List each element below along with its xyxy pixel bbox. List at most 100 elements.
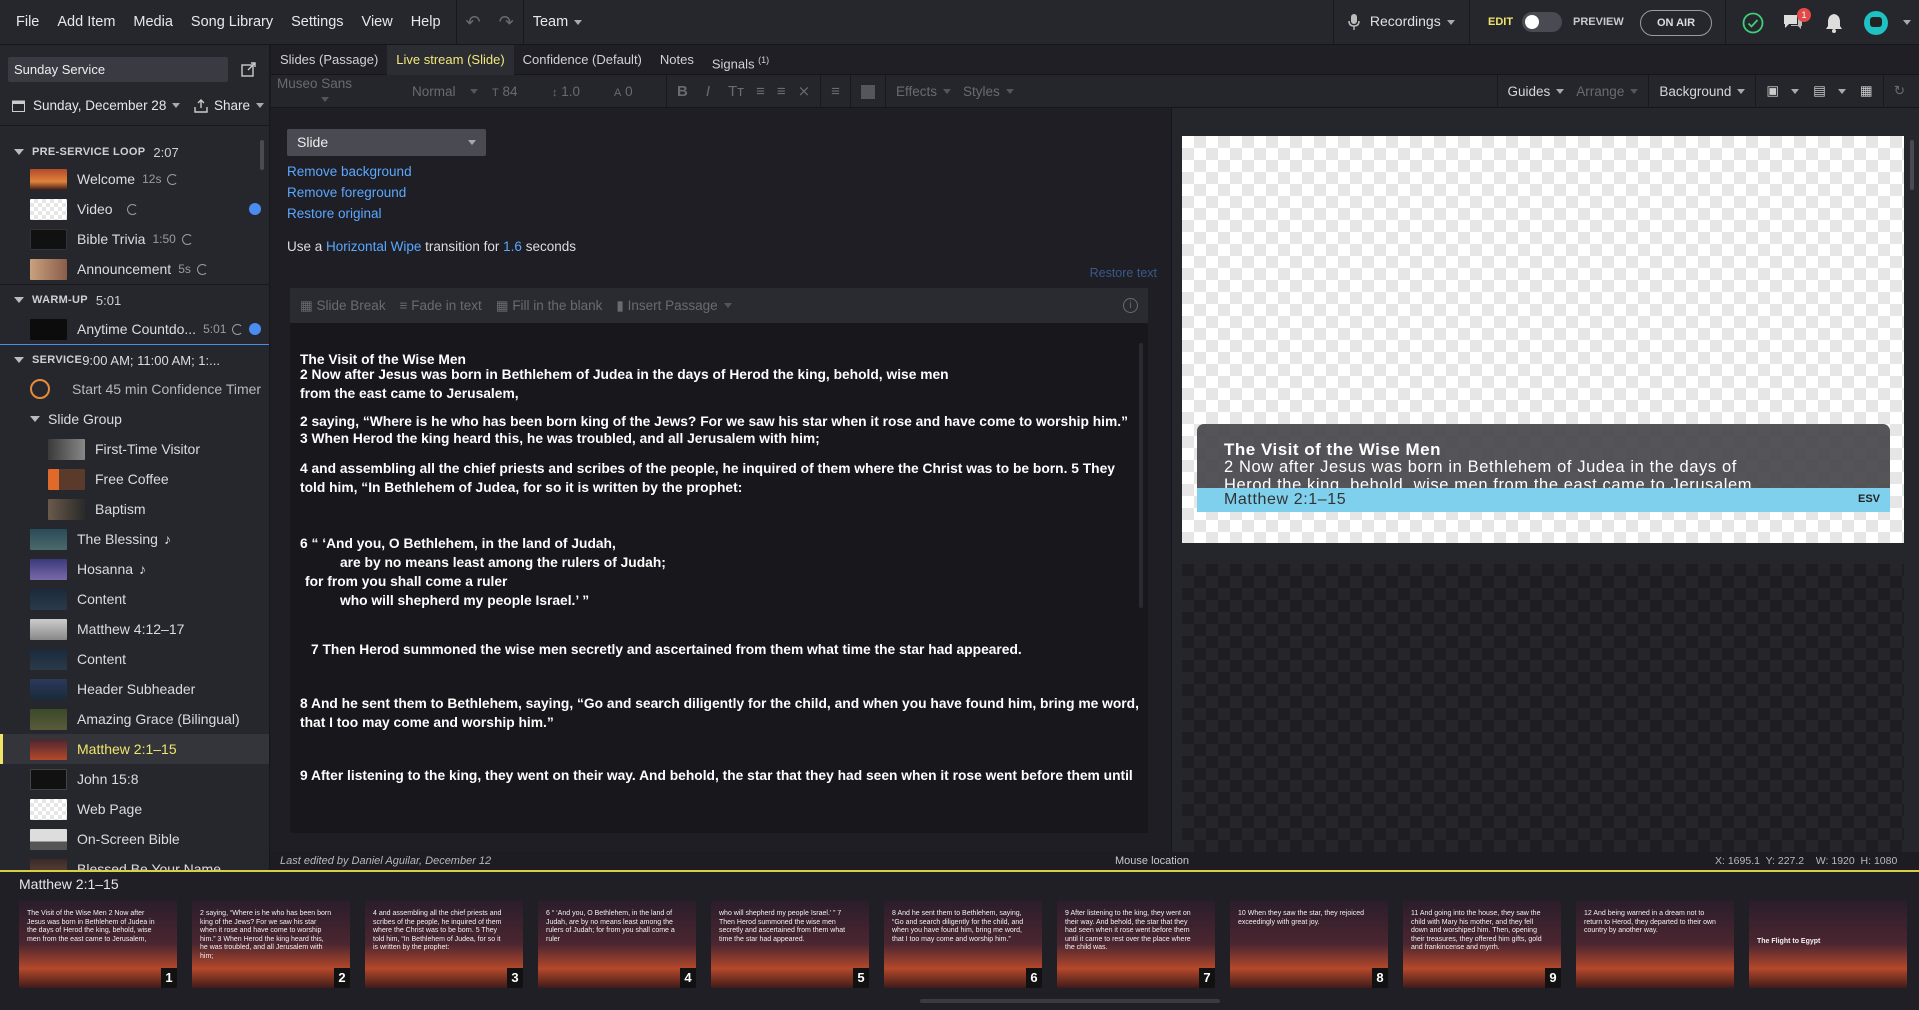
sidebar-item-confidence-timer[interactable]: Start 45 min Confidence Timer [0, 374, 269, 404]
menu-settings[interactable]: Settings [282, 14, 352, 30]
slide-thumbnail[interactable]: 8 And he sent them to Bethlehem, saying,… [884, 900, 1042, 988]
restore-text-link[interactable]: Restore text [1090, 266, 1157, 280]
sidebar-item-welcome[interactable]: Welcome 12s [0, 164, 269, 194]
remove-background-link[interactable]: Remove background [287, 164, 412, 179]
section-header-warm-up[interactable]: WARM-UP 5:01 [0, 285, 269, 315]
slide-thumbnail[interactable]: who will shepherd my people Israel.’ ” 7… [711, 900, 869, 988]
fill-blank-button[interactable]: ▦ Fill in the blank [496, 298, 603, 314]
slide-thumbnail[interactable]: 4 and assembling all the chief priests a… [365, 900, 523, 988]
sidebar-item-john-15[interactable]: John 15:8 [0, 764, 269, 794]
font-size-field[interactable]: T 84 [486, 84, 546, 99]
menu-help[interactable]: Help [402, 14, 450, 30]
bullet-list-icon[interactable]: ≡ [750, 83, 771, 100]
on-air-button[interactable]: ON AIR [1640, 10, 1712, 36]
sidebar-item-on-screen-bible[interactable]: On-Screen Bible [0, 824, 269, 854]
sidebar-item-header-subheader[interactable]: Header Subheader [0, 674, 269, 704]
remove-foreground-link[interactable]: Remove foreground [287, 185, 406, 200]
tab-notes[interactable]: Notes [651, 45, 703, 75]
slide-thumbnail[interactable]: 11 And going into the house, they saw th… [1403, 900, 1561, 988]
text-transform-icon[interactable]: Tᴛ [722, 83, 750, 100]
sidebar-item-matthew-2[interactable]: Matthew 2:1–15 [0, 734, 269, 764]
date-dropdown[interactable]: Sunday, December 28 [12, 98, 181, 113]
plan-name-field[interactable]: Sunday Service [8, 57, 228, 82]
sidebar-item-content-2[interactable]: Content [0, 644, 269, 674]
restore-original-link[interactable]: Restore original [287, 206, 382, 221]
sidebar-item-free-coffee[interactable]: Free Coffee [0, 464, 269, 494]
external-window-icon[interactable] [241, 61, 257, 77]
sidebar-item-the-blessing[interactable]: The Blessing ♪ [0, 524, 269, 554]
sidebar-item-hosanna[interactable]: Hosanna ♪ [0, 554, 269, 584]
filmstrip-scrollbar[interactable] [920, 999, 1220, 1003]
fade-in-button[interactable]: ≡ Fade in text [400, 298, 482, 313]
tab-live-stream[interactable]: Live stream (Slide) [387, 44, 514, 75]
text-box-icon[interactable]: ▣ [1760, 83, 1785, 99]
sidebar-item-bible-trivia[interactable]: Bible Trivia 1:50 [0, 224, 269, 254]
styles-dropdown[interactable]: Styles [957, 84, 1020, 99]
chevron-down-icon[interactable] [1837, 88, 1846, 94]
menu-add-item[interactable]: Add Item [48, 14, 124, 30]
preview-scrollbar[interactable] [1910, 140, 1914, 190]
indent-icon[interactable]: ≡ [771, 83, 792, 100]
slide-thumbnail[interactable]: The Flight to Egypt [1749, 900, 1907, 988]
share-button[interactable]: Share [194, 98, 265, 113]
menu-file[interactable]: File [7, 14, 48, 30]
editor-scrollbar-top[interactable] [1154, 108, 1160, 308]
edit-preview-toggle[interactable] [1522, 12, 1562, 32]
grid-icon[interactable]: ▦ [1854, 83, 1879, 99]
insert-passage-button[interactable]: ▮ Insert Passage [616, 298, 732, 314]
sidebar-item-amazing-grace[interactable]: Amazing Grace (Bilingual) [0, 704, 269, 734]
slide-break-button[interactable]: ▦ Slide Break [300, 298, 386, 314]
slide-thumbnail[interactable]: 2 saying, “Where is he who has been born… [192, 900, 350, 988]
secondary-preview[interactable] [1182, 564, 1904, 852]
slide-thumbnail[interactable]: 9 After listening to the king, they went… [1057, 900, 1215, 988]
italic-icon[interactable]: I [700, 83, 716, 100]
sidebar-item-announcement[interactable]: Announcement 5s [0, 254, 269, 284]
line-height-field[interactable]: ↕ 1.0 [546, 84, 608, 99]
avatar[interactable] [1864, 11, 1888, 35]
sidebar-item-baptism[interactable]: Baptism [0, 494, 269, 524]
sidebar-item-slide-group[interactable]: Slide Group [0, 404, 269, 434]
font-weight-select[interactable]: Normal [406, 84, 486, 99]
slide-thumbnail[interactable]: 6 “ ‘And you, O Bethlehem, in the land o… [538, 900, 696, 988]
background-dropdown[interactable]: Background [1653, 84, 1751, 99]
transition-duration-link[interactable]: 1.6 [503, 239, 522, 254]
align-icon[interactable]: ≡ [825, 83, 846, 100]
menu-view[interactable]: View [353, 14, 402, 30]
slide-thumbnail[interactable]: 12 And being warned in a dream not to re… [1576, 900, 1734, 988]
bell-icon[interactable] [1825, 13, 1843, 33]
sidebar-item-first-time-visitor[interactable]: First-Time Visitor [0, 434, 269, 464]
sidebar-item-video[interactable]: Video [0, 194, 269, 224]
sidebar-item-content[interactable]: Content [0, 584, 269, 614]
menu-media[interactable]: Media [124, 14, 182, 30]
guides-dropdown[interactable]: Guides [1502, 84, 1571, 99]
bold-icon[interactable]: B [671, 83, 694, 100]
info-icon[interactable]: i [1123, 298, 1138, 313]
font-family-select[interactable]: Museo Sans [271, 76, 406, 106]
sidebar-item-anytime-countdown[interactable]: Anytime Countdo... 5:01 [0, 314, 269, 344]
transition-type-link[interactable]: Horizontal Wipe [326, 239, 421, 254]
check-circle-icon[interactable] [1742, 12, 1764, 34]
passage-text-area[interactable]: The Visit of the Wise Men 2 Now after Je… [290, 323, 1148, 833]
sidebar-item-web-page[interactable]: Web Page [0, 794, 269, 824]
image-icon[interactable]: ▤ [1807, 83, 1832, 99]
slide-thumbnail[interactable]: The Visit of the Wise Men 2 Now after Je… [19, 900, 177, 988]
redo-icon[interactable]: ↷ [490, 12, 523, 33]
fill-color-icon[interactable] [855, 83, 881, 99]
team-dropdown[interactable]: Team [524, 14, 591, 30]
slide-thumbnail[interactable]: 10 When they saw the star, they rejoiced… [1230, 900, 1388, 988]
refresh-icon[interactable]: ↻ [1888, 83, 1911, 99]
sidebar-item-matthew-4[interactable]: Matthew 4:12–17 [0, 614, 269, 644]
clear-format-icon[interactable]: ⨯ [792, 82, 817, 100]
text-area-scrollbar[interactable] [1139, 343, 1143, 608]
slide-preview[interactable]: The Visit of the Wise Men 2 Now after Je… [1182, 136, 1904, 543]
undo-icon[interactable]: ↶ [457, 12, 490, 33]
section-header-pre-service[interactable]: PRE-SERVICE LOOP 2:07 [0, 137, 269, 167]
letter-spacing-field[interactable]: A 0 [608, 84, 662, 99]
arrange-dropdown[interactable]: Arrange [1570, 84, 1644, 99]
effects-dropdown[interactable]: Effects [890, 84, 957, 99]
tab-confidence[interactable]: Confidence (Default) [514, 45, 651, 75]
recordings-button[interactable]: Recordings [1348, 13, 1455, 31]
chevron-down-icon[interactable] [1791, 88, 1800, 94]
sidebar-item-blessed-be-your-name[interactable]: Blessed Be Your Name [0, 854, 269, 870]
tab-slides-passage[interactable]: Slides (Passage) [271, 45, 387, 75]
